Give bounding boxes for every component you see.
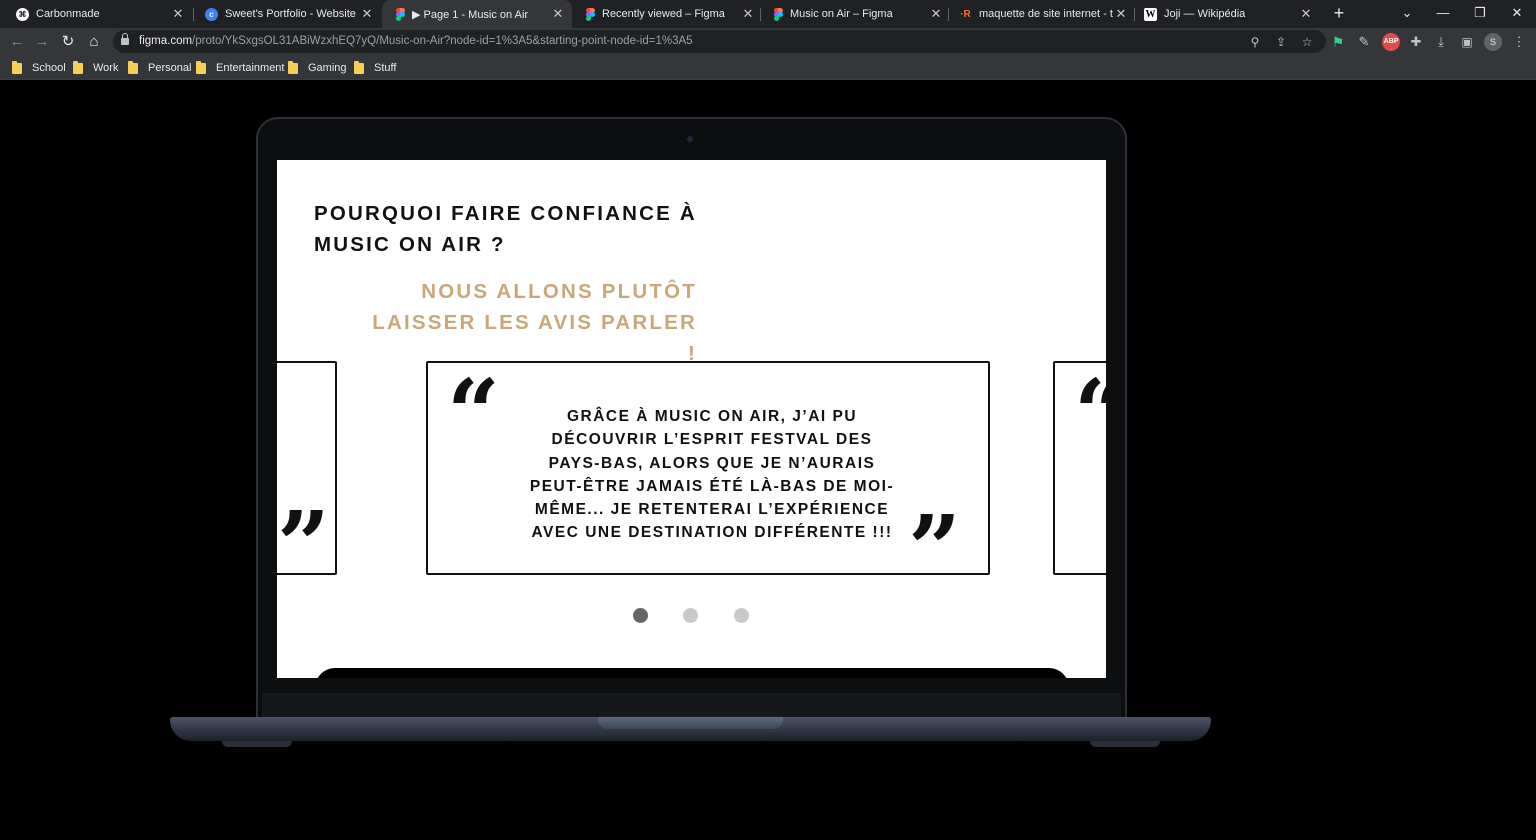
carousel-dot[interactable] xyxy=(633,608,648,623)
testimonial-card[interactable]: “ GRÂCE À MUSIC ON AIR, J’AI PU DÉCOUVRI… xyxy=(426,359,990,595)
tab-title: Sweet's Portfolio - Website xyxy=(225,8,356,20)
share-icon[interactable]: ⇪ xyxy=(1272,33,1290,51)
bookmark-personal[interactable]: Personal xyxy=(128,60,191,76)
next-section-preview xyxy=(315,668,1069,678)
close-icon[interactable]: ✕ xyxy=(1298,6,1314,22)
tab-search-chevron-icon[interactable]: ⌄ xyxy=(1389,0,1425,28)
bookmark-label: Personal xyxy=(148,62,192,74)
tab-joji-wikipedia[interactable]: W Joji — Wikipédia ✕ xyxy=(1130,0,1320,28)
laptop-hinge-notch xyxy=(598,717,783,729)
extension-leaf-icon[interactable]: ⚑ xyxy=(1329,33,1347,51)
folder-icon xyxy=(354,60,364,74)
bookmark-label: Entertainment xyxy=(216,62,285,74)
wikipedia-icon: W xyxy=(1144,7,1157,21)
zoom-icon[interactable]: ⚲ xyxy=(1246,33,1264,51)
bookmarks-bar: School Work Personal Entertainment Gamin… xyxy=(0,56,1536,80)
tab-title: Joji — Wikipédia xyxy=(1164,8,1246,20)
tab-title: Music on Air – Figma xyxy=(790,8,893,20)
close-icon[interactable]: ✕ xyxy=(550,6,566,22)
address-bar[interactable]: figma.com/proto/YkSxgsOL31ABiWzxhEQ7yQ/M… xyxy=(113,30,1326,53)
laptop-foot xyxy=(222,741,292,747)
tab-title: maquette de site internet - trad xyxy=(979,8,1113,20)
bookmark-label: Stuff xyxy=(374,62,397,74)
figma-icon xyxy=(586,7,595,21)
open-quote-icon: “ xyxy=(1074,367,1106,459)
folder-icon xyxy=(12,60,22,74)
carbonmade-icon: ⌘ xyxy=(16,7,29,21)
close-window-button[interactable]: ✕ xyxy=(1499,0,1535,28)
tab-title: Recently viewed – Figma xyxy=(602,8,725,20)
tab-recently-viewed-figma[interactable]: Recently viewed – Figma ✕ xyxy=(572,0,762,28)
bookmark-work[interactable]: Work xyxy=(73,60,118,76)
folder-icon xyxy=(288,60,298,74)
side-panel-icon[interactable]: ▣ xyxy=(1458,33,1476,51)
restore-button[interactable]: ❐ xyxy=(1462,0,1498,28)
close-icon[interactable]: ✕ xyxy=(928,6,944,22)
extensions-puzzle-icon[interactable]: ✚ xyxy=(1407,33,1425,51)
close-quote-icon: ” xyxy=(908,495,961,603)
close-icon[interactable]: ✕ xyxy=(740,6,756,22)
close-icon[interactable]: ✕ xyxy=(170,6,186,22)
laptop-bezel-chin xyxy=(262,693,1121,717)
forward-button[interactable]: → xyxy=(31,31,53,53)
open-quote-icon: “ xyxy=(447,359,500,467)
section-subheading: NOUS ALLONS PLUTÔT LAISSER LES AVIS PARL… xyxy=(367,276,697,369)
testimonial-card-previous[interactable]: ” xyxy=(277,361,337,591)
close-icon[interactable]: ✕ xyxy=(1113,6,1129,22)
portfolio-icon: c xyxy=(205,7,218,21)
folder-icon xyxy=(73,60,83,74)
adblock-plus-icon[interactable]: ABP xyxy=(1382,33,1400,51)
prototype-screen[interactable]: POURQUOI FAIRE CONFIANCE À MUSIC ON AIR … xyxy=(277,160,1106,678)
figma-icon xyxy=(396,7,405,21)
bookmark-label: School xyxy=(32,62,66,74)
reload-button[interactable]: ↻ xyxy=(57,31,79,53)
extension-pen-icon[interactable]: ✎ xyxy=(1355,33,1373,51)
close-icon[interactable]: ✕ xyxy=(359,6,375,22)
bookmark-entertainment[interactable]: Entertainment xyxy=(196,60,284,76)
download-icon[interactable]: ⤓ xyxy=(1432,33,1450,51)
tab-music-on-air-figma[interactable]: Music on Air – Figma ✕ xyxy=(760,0,950,28)
tab-strip: ⌘ Carbonmade ✕ c Sweet's Portfolio - Web… xyxy=(0,0,1536,28)
testimonial-card-next[interactable]: “ xyxy=(1053,361,1106,575)
tab-carbonmade[interactable]: ⌘ Carbonmade ✕ xyxy=(2,0,192,28)
profile-avatar[interactable]: S xyxy=(1484,33,1502,51)
carousel-dot[interactable] xyxy=(683,608,698,623)
menu-kebab-icon[interactable]: ⋮ xyxy=(1510,33,1528,51)
tab-reverso-translation[interactable]: ·R maquette de site internet - trad ✕ xyxy=(945,0,1135,28)
url-path: /proto/YkSxgsOL31ABiWzxhEQ7yQ/Music-on-A… xyxy=(192,35,693,47)
url-text[interactable]: figma.com/proto/YkSxgsOL31ABiWzxhEQ7yQ/M… xyxy=(139,35,693,47)
testimonial-text: GRÂCE À MUSIC ON AIR, J’AI PU DÉCOUVRIR … xyxy=(529,408,895,542)
reverso-icon: ·R xyxy=(960,8,971,20)
tab-title: ▶ Page 1 - Music on Air xyxy=(412,8,529,21)
camera-icon xyxy=(687,136,693,142)
back-button[interactable]: ← xyxy=(6,31,28,53)
tab-title: Carbonmade xyxy=(36,8,100,20)
heading-line: POURQUOI FAIRE CONFIANCE À xyxy=(314,202,697,225)
lock-icon[interactable] xyxy=(121,33,129,46)
browser-toolbar: ← → ↻ ⌂ figma.com/proto/YkSxgsOL31ABiWzx… xyxy=(0,28,1536,56)
folder-icon xyxy=(128,60,138,74)
minimize-button[interactable]: — xyxy=(1425,0,1461,28)
subheading-line: NOUS ALLONS PLUTÔT xyxy=(421,280,697,303)
bookmark-label: Work xyxy=(93,62,119,74)
bookmark-school[interactable]: School xyxy=(12,60,66,76)
folder-icon xyxy=(196,60,206,74)
bookmark-stuff[interactable]: Stuff xyxy=(354,60,396,76)
tab-sweets-portfolio[interactable]: c Sweet's Portfolio - Website ✕ xyxy=(191,0,381,28)
carousel-dot[interactable] xyxy=(734,608,749,623)
laptop-foot xyxy=(1090,741,1160,747)
bookmark-label: Gaming xyxy=(308,62,347,74)
figma-icon xyxy=(774,7,783,21)
subheading-line: LAISSER LES AVIS PARLER ! xyxy=(372,311,697,365)
new-tab-button[interactable]: + xyxy=(1327,2,1351,26)
bookmark-gaming[interactable]: Gaming xyxy=(288,60,347,76)
close-quote-icon: ” xyxy=(277,491,330,599)
heading-line: MUSIC ON AIR ? xyxy=(314,233,506,256)
url-domain: figma.com xyxy=(139,35,193,47)
bookmark-star-icon[interactable]: ☆ xyxy=(1298,33,1316,51)
tab-page1-music-on-air[interactable]: ▶ Page 1 - Music on Air ✕ xyxy=(382,0,572,28)
section-heading: POURQUOI FAIRE CONFIANCE À MUSIC ON AIR … xyxy=(314,198,697,260)
home-button[interactable]: ⌂ xyxy=(83,31,105,53)
